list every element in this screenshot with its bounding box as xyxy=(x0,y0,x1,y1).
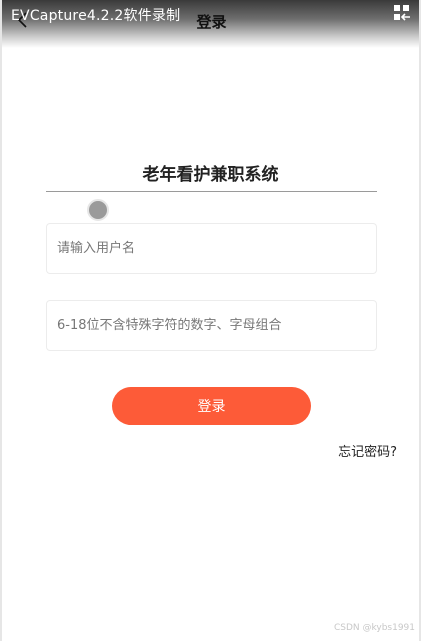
page-title: 登录 xyxy=(2,11,419,32)
csdn-watermark: CSDN @kybs1991 xyxy=(333,623,415,633)
username-input[interactable] xyxy=(47,224,376,273)
login-page: EVCapture4.2.2软件录制 登录 老年看护兼职系统 登录 忘记密码? … xyxy=(0,0,421,641)
page-title-text: 登录 xyxy=(196,13,227,31)
touch-indicator xyxy=(87,199,109,221)
app-title: 老年看护兼职系统 xyxy=(142,165,279,185)
username-field[interactable] xyxy=(46,223,377,274)
forgot-password-link[interactable]: 忘记密码? xyxy=(338,441,397,460)
password-input[interactable] xyxy=(47,301,376,350)
password-field[interactable] xyxy=(46,300,377,351)
title-divider xyxy=(46,191,377,192)
login-button[interactable]: 登录 xyxy=(112,387,311,425)
header-bar: EVCapture4.2.2软件录制 登录 xyxy=(2,0,419,48)
grid-exit-icon[interactable] xyxy=(393,4,411,22)
